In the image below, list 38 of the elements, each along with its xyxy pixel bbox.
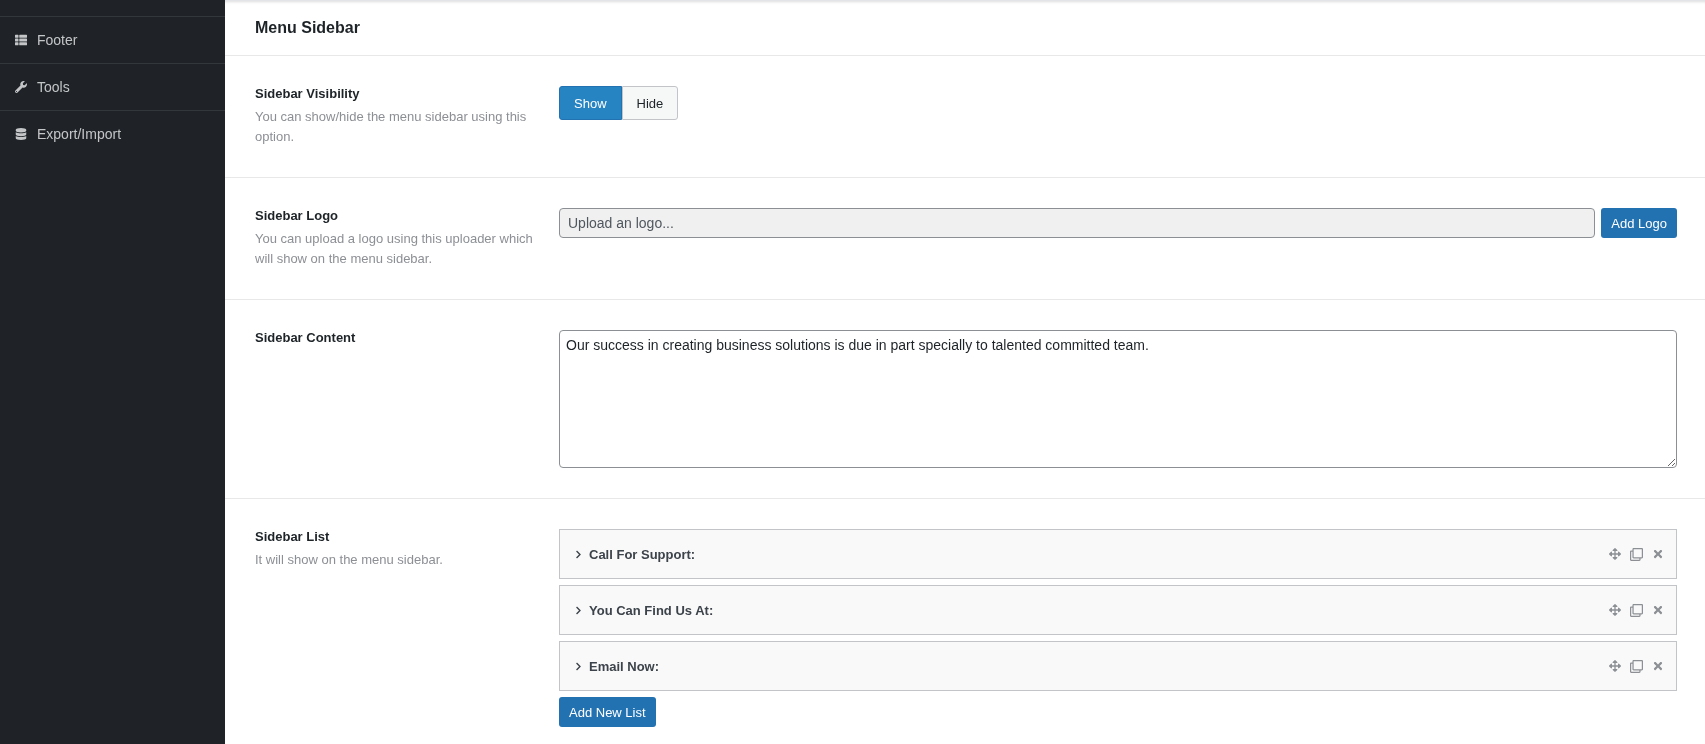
close-icon[interactable] (1652, 548, 1664, 560)
sidebar-item[interactable]: Tools (0, 63, 225, 110)
list-item-toggle[interactable]: Call For Support: (574, 546, 696, 562)
setting-label: Sidebar Visibility (255, 86, 361, 101)
sidebar-item[interactable]: Export/Import (0, 110, 225, 157)
chevron-right-icon (574, 549, 583, 559)
setting-description: You can show/hide the menu sidebar using this option. (255, 108, 528, 146)
move-icon[interactable] (1609, 548, 1621, 560)
database-icon (15, 128, 27, 140)
sidebar-item-label: Export/Import (37, 126, 122, 142)
add-logo-button[interactable]: Add Logo (1601, 208, 1677, 238)
copy-icon[interactable] (1630, 603, 1643, 617)
content-textarea[interactable]: Our success in creating business solutions is due in part specially to talented committed team. (559, 330, 1677, 468)
chevron-right-icon (574, 605, 583, 615)
sidebar-item-label: Tools (37, 79, 70, 95)
list-icon (15, 34, 27, 46)
copy-icon[interactable] (1630, 547, 1643, 561)
chevron-right-icon (574, 661, 583, 671)
toggle-button[interactable]: Show (559, 86, 622, 120)
close-icon[interactable] (1652, 660, 1664, 672)
setting-label: Sidebar List (255, 529, 331, 544)
panel-title: Menu Sidebar (255, 19, 360, 37)
setting-label: Sidebar Content (255, 330, 357, 345)
move-icon[interactable] (1609, 604, 1621, 616)
sidebar-item[interactable]: Footer (0, 16, 225, 63)
close-icon[interactable] (1652, 604, 1664, 616)
wrench-icon (15, 81, 27, 93)
toggle-button[interactable]: Hide (621, 86, 679, 120)
setting-description: It will show on the menu sidebar. (255, 551, 444, 569)
list-item-toggle[interactable]: You Can Find Us At: (574, 602, 714, 618)
setting-label: Sidebar Logo (255, 208, 340, 223)
copy-icon[interactable] (1630, 659, 1643, 673)
move-icon[interactable] (1609, 660, 1621, 672)
add-new-list-button[interactable]: Add New List (559, 697, 656, 727)
setting-description: You can upload a logo using this uploader which will show on the menu sidebar. (255, 230, 534, 268)
sidebar-item-label: Footer (37, 32, 78, 48)
logo-input-field[interactable]: Upload an logo... (559, 208, 1596, 238)
list-item-toggle[interactable]: Email Now: (574, 658, 660, 674)
